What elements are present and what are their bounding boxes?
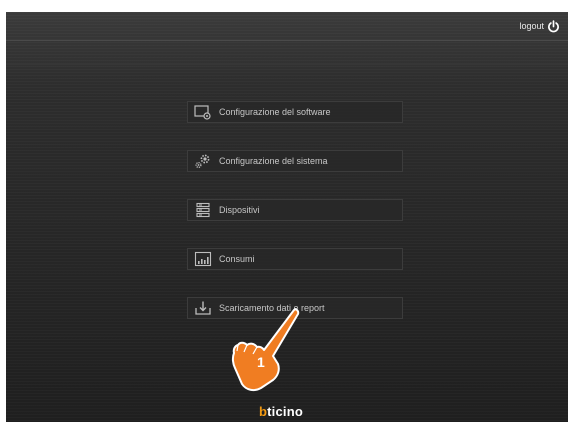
top-bar: logout — [6, 12, 568, 41]
menu-item-configurazione-software[interactable]: Configurazione del software — [187, 101, 403, 123]
logout-button[interactable]: logout — [519, 18, 560, 34]
menu-item-label: Configurazione del sistema — [219, 156, 328, 166]
step-pointer: 1 — [230, 308, 300, 394]
menu-item-configurazione-sistema[interactable]: Configurazione del sistema — [187, 150, 403, 172]
logout-label: logout — [519, 21, 544, 31]
menu-item-consumi[interactable]: Consumi — [187, 248, 403, 270]
download-icon — [195, 301, 211, 315]
monitor-gear-icon — [194, 105, 211, 120]
app-screen: logout Configurazione del software Confi… — [6, 12, 568, 422]
power-icon — [548, 19, 559, 32]
pointing-hand-icon — [231, 308, 300, 392]
logo-wordmark: ticino — [267, 404, 304, 419]
logo-letter-b: b — [259, 404, 268, 419]
consumption-chart-icon — [194, 251, 212, 267]
step-number: 1 — [257, 354, 265, 370]
menu-item-dispositivi[interactable]: Dispositivi — [187, 199, 403, 221]
menu-item-label: Consumi — [219, 254, 255, 264]
menu-item-label: Configurazione del software — [219, 107, 331, 117]
device-list-icon — [196, 202, 210, 218]
header-divider — [6, 64, 568, 65]
menu-item-label: Dispositivi — [219, 205, 260, 215]
bticino-logo: bticino — [259, 404, 303, 420]
gears-icon — [195, 154, 210, 169]
